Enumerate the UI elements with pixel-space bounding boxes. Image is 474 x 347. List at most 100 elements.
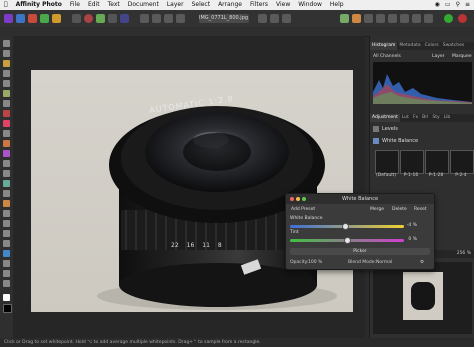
layer-toggle[interactable]: Layer	[432, 53, 445, 60]
white-balance-slider-knob[interactable]	[341, 223, 349, 230]
pen-tool-icon[interactable]	[3, 240, 10, 247]
tab-brl[interactable]: Brl	[420, 114, 430, 122]
transform-icon[interactable]	[164, 14, 173, 23]
flip-icon[interactable]	[282, 14, 291, 23]
flood-select-icon[interactable]	[3, 90, 10, 97]
tint-value[interactable]: 0 %	[408, 237, 417, 242]
tint-slider[interactable]	[290, 237, 404, 244]
tab-colors[interactable]: Colors	[423, 42, 441, 50]
export-persona-icon[interactable]	[52, 14, 61, 23]
move-tool-icon[interactable]	[3, 50, 10, 57]
text-tool-icon[interactable]	[3, 270, 10, 277]
menu-filters[interactable]: Filters	[246, 0, 272, 10]
lens-photo[interactable]: AUTOMATIC 1:2.8 22 16 11 8	[31, 70, 353, 312]
view-tool-icon[interactable]	[72, 14, 81, 23]
tab-sty[interactable]: Sty	[430, 114, 441, 122]
blemish-icon[interactable]	[3, 200, 10, 207]
battery-icon[interactable]: ▭	[445, 0, 451, 10]
selection-icon[interactable]	[140, 14, 149, 23]
color-picker-icon[interactable]	[3, 60, 10, 67]
menu-file[interactable]: File	[66, 0, 84, 10]
paint-brush-icon[interactable]	[3, 110, 10, 117]
zoom-tool-icon[interactable]	[3, 280, 10, 287]
selection-brush-icon[interactable]	[3, 80, 10, 87]
crop-tool-icon[interactable]	[3, 70, 10, 77]
minimize-icon[interactable]	[296, 197, 300, 201]
swatches-icon[interactable]	[458, 14, 467, 23]
align-icon[interactable]	[270, 14, 279, 23]
red-eye-icon[interactable]	[3, 210, 10, 217]
white-balance-value[interactable]: -4 %	[407, 223, 417, 228]
adjustment-levels[interactable]: Levels	[373, 124, 472, 134]
color-wheel-icon[interactable]	[84, 14, 93, 23]
menu-window[interactable]: Window	[294, 0, 326, 10]
marquee-tool-icon[interactable]	[3, 100, 10, 107]
tint-slider-knob[interactable]	[344, 237, 351, 244]
menu-help[interactable]: Help	[326, 0, 348, 10]
menu-layer[interactable]: Layer	[163, 0, 188, 10]
curves-icon[interactable]	[108, 14, 117, 23]
arrange-icon[interactable]	[258, 14, 267, 23]
adjustment-white-balance[interactable]: White Balance	[373, 136, 472, 146]
color-panel-icon[interactable]	[444, 14, 453, 23]
zoom-value[interactable]: 256 %	[457, 250, 471, 258]
fill-tool-icon[interactable]	[3, 140, 10, 147]
preset-p116[interactable]	[400, 150, 424, 174]
secondary-color-icon[interactable]	[3, 304, 12, 313]
blur-brush-icon[interactable]	[3, 220, 10, 227]
picker-button[interactable]: Picker	[290, 248, 430, 255]
close-icon[interactable]	[290, 197, 294, 201]
add-preset-button[interactable]: Add Preset	[291, 206, 315, 213]
delete-button[interactable]: Delete	[392, 206, 407, 213]
reset-button[interactable]: Reset	[414, 206, 427, 213]
document-title[interactable]: IMG_0771L_800.jpg (50...	[199, 14, 249, 23]
menu-edit[interactable]: Edit	[84, 0, 104, 10]
inpainting-brush-icon[interactable]	[3, 190, 10, 197]
channels-icon[interactable]	[424, 14, 433, 23]
history-icon[interactable]	[400, 14, 409, 23]
wand-icon[interactable]	[364, 14, 373, 23]
liquify-persona-icon[interactable]	[16, 14, 25, 23]
tab-lut[interactable]: Lut	[400, 114, 411, 122]
primary-color-icon[interactable]	[3, 294, 10, 301]
zoom-icon[interactable]	[302, 197, 306, 201]
clone-brush-icon[interactable]	[3, 180, 10, 187]
wifi-icon[interactable]: ◉	[435, 0, 440, 10]
studio-icon[interactable]	[352, 14, 361, 23]
node-tool-icon[interactable]	[3, 250, 10, 257]
blend-mode-select[interactable]: Normal	[376, 258, 392, 268]
tab-histogram[interactable]: Histogram	[370, 42, 398, 50]
erase-brush-icon[interactable]	[3, 130, 10, 137]
assistant-icon[interactable]	[340, 14, 349, 23]
apple-icon[interactable]: 	[0, 0, 12, 10]
color-replace-icon[interactable]	[3, 120, 10, 127]
layers-icon[interactable]	[388, 14, 397, 23]
tab-swatches[interactable]: Swatches	[441, 42, 467, 50]
tab-fx[interactable]: Fx	[411, 114, 420, 122]
channels-select[interactable]: All Channels	[373, 53, 423, 60]
tab-adjustment[interactable]: Adjustment	[370, 114, 400, 122]
menu-text[interactable]: Text	[104, 0, 124, 10]
marquee-toggle[interactable]: Marquee	[452, 53, 472, 60]
preset-p24[interactable]	[450, 150, 474, 174]
navigator-preview[interactable]	[373, 262, 472, 334]
dodge-brush-icon[interactable]	[3, 160, 10, 167]
merge-button[interactable]: Merge	[370, 206, 384, 213]
menu-document[interactable]: Document	[124, 0, 163, 10]
app-menu[interactable]: Affinity Photo	[12, 0, 66, 10]
develop-persona-icon[interactable]	[28, 14, 37, 23]
quick-mask-icon[interactable]	[152, 14, 161, 23]
menu-list-icon[interactable]: ≡	[465, 0, 470, 10]
tab-metadata[interactable]: Metadata	[397, 42, 422, 50]
view-tool-icon[interactable]	[3, 40, 10, 47]
tab-lib[interactable]: Lib	[442, 114, 453, 122]
tone-mapping-persona-icon[interactable]	[40, 14, 49, 23]
brush-icon[interactable]	[376, 14, 385, 23]
dialog-titlebar[interactable]: White Balance	[286, 194, 434, 204]
settings-icon[interactable]: ⚙	[420, 258, 424, 268]
preset-p128[interactable]	[425, 150, 449, 174]
opacity-value[interactable]: 100 %	[308, 258, 322, 268]
menu-view[interactable]: View	[272, 0, 294, 10]
menu-select[interactable]: Select	[188, 0, 215, 10]
sharpen-brush-icon[interactable]	[3, 230, 10, 237]
